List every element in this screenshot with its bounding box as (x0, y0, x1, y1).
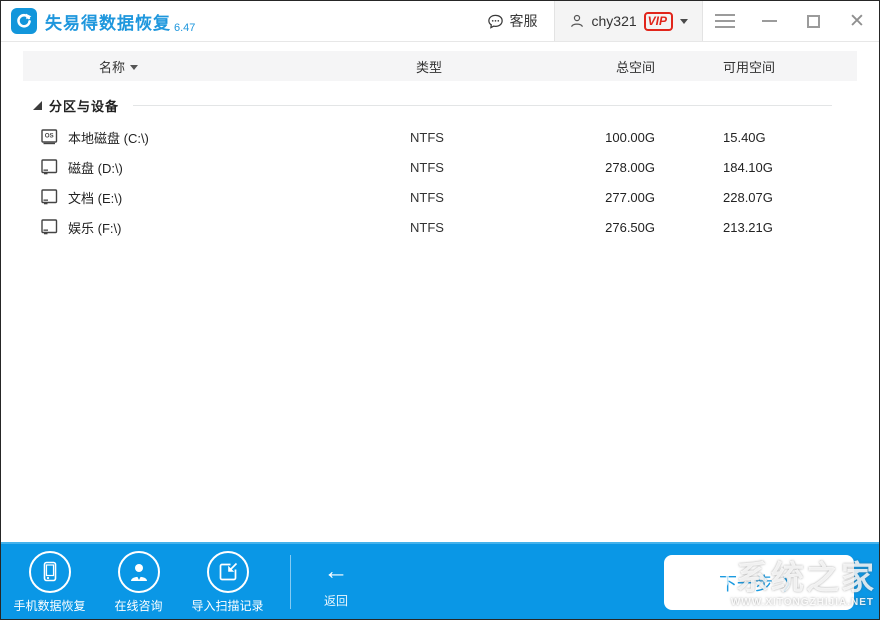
drive-total-space: 100.00G (605, 129, 655, 145)
hamburger-icon (715, 14, 735, 28)
customer-support-button[interactable]: 客服 (471, 1, 554, 41)
import-scan-records-label: 导入扫描记录 (191, 599, 264, 613)
section-label: 分区与设备 (49, 98, 120, 114)
user-account-menu[interactable]: chy321 VIP (553, 1, 703, 41)
drive-name: 本地磁盘 (C:\) (68, 130, 149, 146)
column-header-name[interactable]: 名称 (23, 57, 396, 76)
drive-name: 磁盘 (D:\) (68, 160, 123, 176)
footer-divider (290, 554, 291, 609)
table-header: 名称 类型 总空间 可用空间 (23, 51, 857, 81)
close-button[interactable]: ✕ (835, 1, 879, 41)
drive-icon (41, 219, 58, 235)
drive-icon (41, 189, 58, 205)
svg-text:OS: OS (45, 133, 54, 140)
drive-free-space: 15.40G (723, 129, 766, 145)
drive-total-space: 277.00G (605, 189, 655, 205)
drive-total-space: 278.00G (605, 159, 655, 175)
drive-name: 娱乐 (F:\) (68, 220, 122, 236)
chat-bubble-icon (487, 13, 504, 30)
back-button[interactable]: ← 返回 (305, 554, 367, 609)
section-divider (133, 104, 832, 106)
drive-type: NTFS (410, 189, 444, 205)
tree-expand-icon (33, 100, 42, 110)
online-consult-label: 在线咨询 (114, 599, 163, 613)
import-icon (206, 551, 249, 593)
vip-badge: VIP (643, 11, 673, 31)
minimize-button[interactable] (747, 1, 791, 41)
column-header-free: 可用空间 (723, 59, 776, 75)
table-row-drive-f[interactable]: 娱乐 (F:\) NTFS 276.50G 213.21G (23, 212, 857, 242)
section-partitions-devices[interactable]: 分区与设备 (33, 94, 832, 116)
drive-type: NTFS (410, 159, 444, 175)
username: chy321 (591, 13, 637, 29)
maximize-icon (806, 14, 820, 28)
drive-type: NTFS (410, 129, 444, 145)
online-consult-button[interactable]: 在线咨询 (94, 549, 183, 614)
app-version: 6.47 (174, 22, 196, 34)
drive-free-space: 228.07G (723, 189, 773, 205)
back-arrow-icon: ← (323, 557, 349, 585)
back-label: 返回 (323, 594, 348, 608)
import-scan-records-button[interactable]: 导入扫描记录 (183, 549, 272, 614)
chevron-right-icon: 〉 (782, 577, 799, 594)
next-step-label: 下一步 (718, 573, 773, 594)
titlebar: 失易得数据恢复 6.47 客服 chy321 VIP ✕ (1, 1, 879, 42)
table-row-drive-c[interactable]: OS 本地磁盘 (C:\) NTFS 100.00G 15.40G (23, 122, 857, 152)
phone-data-recovery-button[interactable]: 手机数据恢复 (5, 549, 94, 614)
column-header-name-label: 名称 (99, 59, 126, 75)
next-step-button[interactable]: 下一步 〉 (664, 555, 854, 610)
footer-toolbar: 手机数据恢复 在线咨询 导入扫描记录 ← 返回 下一步 〉 (1, 542, 879, 619)
sort-caret-icon (130, 64, 139, 70)
user-icon (569, 13, 585, 29)
chevron-down-icon (680, 18, 688, 24)
system-drive-icon: OS (41, 129, 58, 145)
customer-support-label: 客服 (509, 13, 538, 29)
drive-total-space: 276.50G (605, 219, 655, 235)
minimize-icon (761, 20, 777, 22)
drive-name: 文档 (E:\) (68, 190, 123, 206)
app-window: 失易得数据恢复 6.47 客服 chy321 VIP ✕ 名称 类型 总空间 可… (0, 0, 880, 620)
app-title: 失易得数据恢复 (45, 13, 171, 33)
phone-data-recovery-label: 手机数据恢复 (13, 599, 86, 613)
column-header-total: 总空间 (615, 59, 655, 75)
drive-free-space: 184.10G (723, 159, 773, 175)
close-icon: ✕ (849, 10, 865, 32)
menu-button[interactable] (703, 1, 747, 41)
table-row-drive-e[interactable]: 文档 (E:\) NTFS 277.00G 228.07G (23, 182, 857, 212)
consult-person-icon (117, 551, 160, 593)
table-row-drive-d[interactable]: 磁盘 (D:\) NTFS 278.00G 184.10G (23, 152, 857, 182)
drive-free-space: 213.21G (723, 219, 773, 235)
maximize-button[interactable] (791, 1, 835, 41)
phone-icon (28, 551, 71, 593)
column-header-type: 类型 (416, 59, 443, 75)
drive-type: NTFS (410, 219, 444, 235)
drive-icon (41, 159, 58, 175)
app-logo-icon (11, 8, 37, 34)
